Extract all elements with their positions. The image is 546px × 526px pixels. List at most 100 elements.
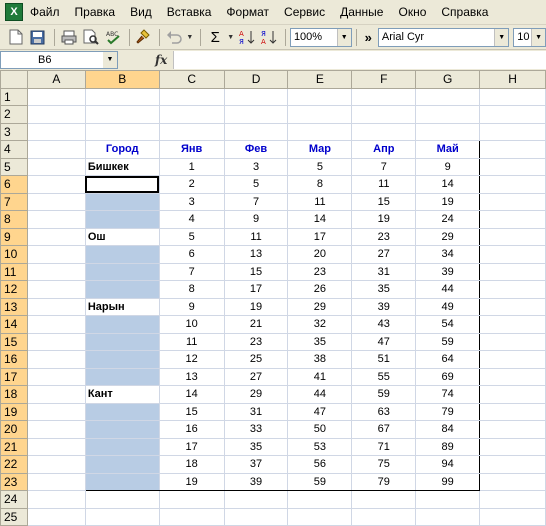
grid-cell[interactable] xyxy=(84,192,160,211)
grid-cell[interactable]: 59 xyxy=(415,332,481,351)
grid-cell[interactable] xyxy=(84,262,160,281)
grid-cell[interactable]: 5 xyxy=(223,175,289,194)
row-header[interactable]: 11 xyxy=(0,262,28,281)
grid-cell[interactable] xyxy=(223,122,289,141)
grid-cell[interactable]: 7 xyxy=(351,157,417,176)
grid-cell[interactable]: 11 xyxy=(351,175,417,194)
grid-cell[interactable]: 3 xyxy=(223,157,289,176)
row-header[interactable]: 19 xyxy=(0,402,28,421)
grid-cell[interactable]: 49 xyxy=(415,297,481,316)
font-name-select[interactable]: Arial Cyr ▼ xyxy=(377,27,510,47)
grid-cell[interactable] xyxy=(479,105,546,124)
undo-icon[interactable] xyxy=(164,27,184,47)
table-header-cell[interactable]: Фев xyxy=(223,140,289,159)
grid-cell[interactable]: 64 xyxy=(415,350,481,369)
grid-cell[interactable]: 23 xyxy=(287,262,353,281)
grid-cell[interactable]: 67 xyxy=(351,420,417,439)
column-header[interactable]: E xyxy=(287,70,353,89)
grid-cell[interactable] xyxy=(351,105,417,124)
row-header[interactable]: 14 xyxy=(0,315,28,334)
grid-cell[interactable]: 12 xyxy=(158,350,225,369)
grid-cell[interactable] xyxy=(26,490,86,509)
menu-item[interactable]: Сервис xyxy=(284,5,325,19)
grid-cell[interactable]: 19 xyxy=(351,210,417,229)
autosum-button[interactable]: Σ xyxy=(205,27,225,47)
grid-cell[interactable] xyxy=(26,455,86,474)
row-header[interactable]: 9 xyxy=(0,227,28,246)
grid-cell[interactable] xyxy=(479,122,546,141)
grid-cell[interactable] xyxy=(223,87,289,106)
grid-cell[interactable] xyxy=(479,315,546,334)
grid-cell[interactable] xyxy=(26,175,86,194)
grid-cell[interactable] xyxy=(84,332,160,351)
grid-cell[interactable] xyxy=(415,490,481,509)
grid-cell[interactable] xyxy=(158,122,225,141)
grid-cell[interactable]: 29 xyxy=(415,227,481,246)
grid-cell[interactable] xyxy=(158,105,225,124)
grid-cell[interactable]: 17 xyxy=(223,280,289,299)
grid-cell[interactable] xyxy=(479,157,546,176)
grid-cell[interactable]: 8 xyxy=(158,280,225,299)
grid-cell[interactable]: 39 xyxy=(351,297,417,316)
grid-cell[interactable]: 14 xyxy=(158,385,225,404)
save-icon[interactable] xyxy=(28,27,48,47)
row-header[interactable]: 21 xyxy=(0,437,28,456)
grid-cell[interactable]: 37 xyxy=(223,455,289,474)
grid-cell[interactable]: 15 xyxy=(223,262,289,281)
grid-cell[interactable] xyxy=(26,122,86,141)
grid-cell[interactable]: 79 xyxy=(351,472,417,491)
grid-cell[interactable] xyxy=(26,472,86,491)
grid-cell[interactable] xyxy=(84,245,160,264)
grid-cell[interactable] xyxy=(287,87,353,106)
grid-cell[interactable]: 69 xyxy=(415,367,481,386)
grid-cell[interactable]: 75 xyxy=(351,455,417,474)
table-header-cell[interactable]: Город xyxy=(84,140,160,159)
grid-cell[interactable] xyxy=(26,87,86,106)
grid-cell[interactable]: 5 xyxy=(287,157,353,176)
print-icon[interactable] xyxy=(59,27,79,47)
grid-cell[interactable] xyxy=(351,87,417,106)
city-cell[interactable]: Ош xyxy=(84,227,160,246)
name-box[interactable]: B6 ▼ xyxy=(0,51,118,69)
grid-cell[interactable] xyxy=(479,437,546,456)
grid-cell[interactable] xyxy=(26,157,86,176)
grid-cell[interactable]: 16 xyxy=(158,420,225,439)
undo-dropdown-icon[interactable]: ▼ xyxy=(186,34,193,41)
column-header[interactable]: F xyxy=(351,70,417,89)
column-header[interactable]: C xyxy=(158,70,225,89)
grid-cell[interactable]: 14 xyxy=(415,175,481,194)
grid-cell[interactable] xyxy=(26,297,86,316)
grid-cell[interactable]: 44 xyxy=(287,385,353,404)
grid-cell[interactable] xyxy=(479,140,546,159)
grid-cell[interactable]: 41 xyxy=(287,367,353,386)
grid-cell[interactable]: 84 xyxy=(415,420,481,439)
grid-cell[interactable]: 17 xyxy=(158,437,225,456)
grid-cell[interactable] xyxy=(26,210,86,229)
grid-cell[interactable]: 44 xyxy=(415,280,481,299)
table-header-cell[interactable]: Апр xyxy=(351,140,417,159)
grid-cell[interactable]: 3 xyxy=(158,192,225,211)
grid-cell[interactable] xyxy=(26,402,86,421)
active-cell[interactable] xyxy=(84,175,160,194)
grid-cell[interactable] xyxy=(26,315,86,334)
grid-cell[interactable] xyxy=(26,437,86,456)
grid-cell[interactable]: 15 xyxy=(158,402,225,421)
grid-cell[interactable] xyxy=(26,332,86,351)
grid-cell[interactable] xyxy=(479,280,546,299)
grid-cell[interactable] xyxy=(223,105,289,124)
grid-cell[interactable]: 20 xyxy=(287,245,353,264)
grid-cell[interactable]: 74 xyxy=(415,385,481,404)
grid-cell[interactable]: 47 xyxy=(351,332,417,351)
new-document-icon[interactable] xyxy=(6,27,26,47)
grid-cell[interactable] xyxy=(158,87,225,106)
row-header[interactable]: 5 xyxy=(0,157,28,176)
city-cell[interactable]: Нарын xyxy=(84,297,160,316)
grid-cell[interactable] xyxy=(479,367,546,386)
grid-cell[interactable] xyxy=(351,490,417,509)
row-header[interactable]: 1 xyxy=(0,87,28,106)
grid-cell[interactable] xyxy=(287,105,353,124)
grid-cell[interactable]: 39 xyxy=(415,262,481,281)
menu-item[interactable]: Вставка xyxy=(167,5,212,19)
grid-cell[interactable]: 23 xyxy=(351,227,417,246)
grid-cell[interactable]: 32 xyxy=(287,315,353,334)
